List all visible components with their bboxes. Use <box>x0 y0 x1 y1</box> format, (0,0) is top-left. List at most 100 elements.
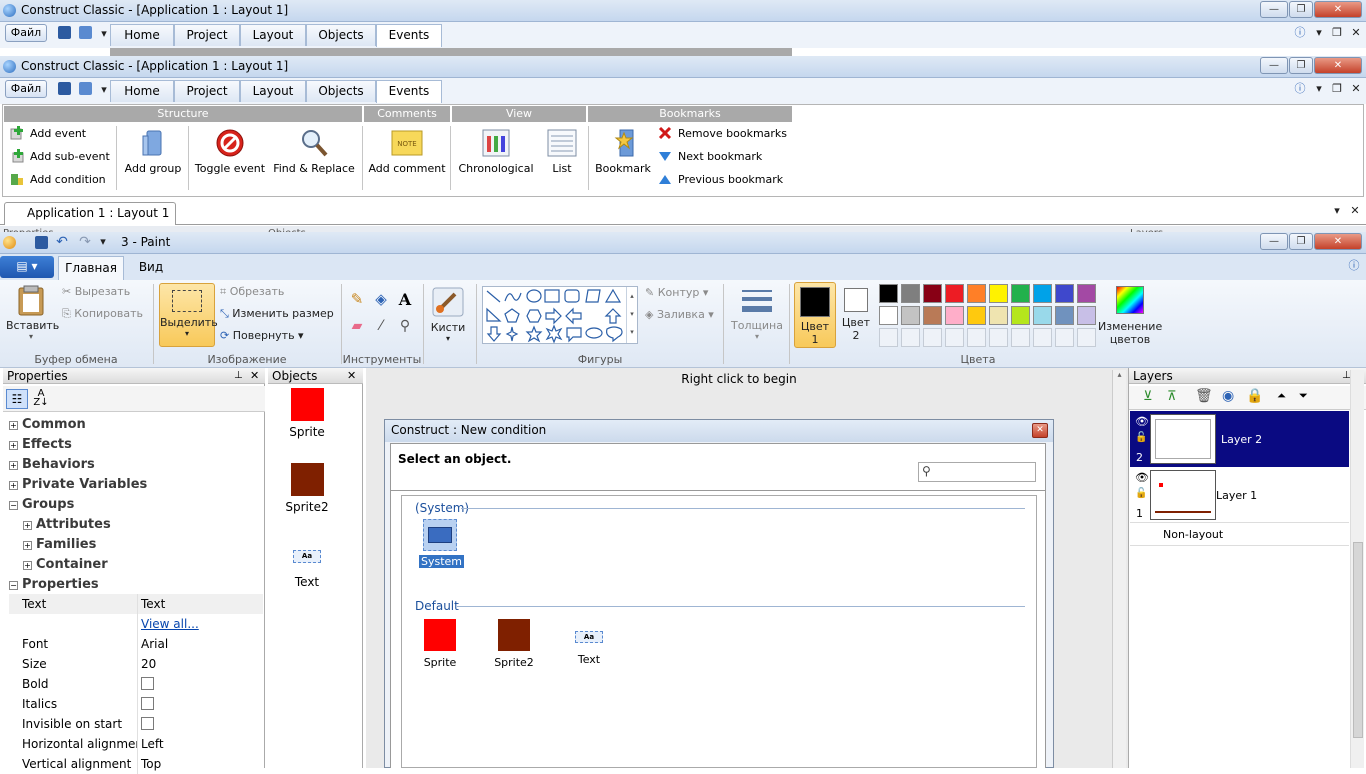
tab-layout[interactable]: Layout <box>240 24 306 46</box>
close-panel-icon[interactable]: ✕ <box>250 368 259 384</box>
invisible-checkbox[interactable] <box>141 717 154 730</box>
tab-home[interactable]: Home <box>110 80 174 102</box>
color-swatch[interactable] <box>879 306 898 325</box>
color-swatch[interactable] <box>1011 306 1030 325</box>
copy-button[interactable]: ⎘ Копировать <box>62 307 143 321</box>
next-bookmark-button[interactable]: Next bookmark <box>658 149 762 163</box>
minimize-button[interactable]: — <box>1260 1 1288 18</box>
empty-color-swatch[interactable] <box>945 328 964 347</box>
tab-layout[interactable]: Layout <box>240 80 306 102</box>
empty-color-swatch[interactable] <box>879 328 898 347</box>
toggle-event-button[interactable]: Toggle event <box>194 128 266 175</box>
redo-icon[interactable]: ↷ <box>78 235 92 249</box>
document-tab[interactable]: Application 1 : Layout 1 <box>4 202 176 225</box>
restore-icon[interactable]: ❐ <box>1330 82 1344 96</box>
fill-button[interactable]: ◈ Заливка ▾ <box>645 308 714 321</box>
category-private-variables[interactable]: + Private Variables <box>9 474 263 494</box>
dialog-object-sprite[interactable]: Sprite <box>415 619 465 669</box>
color-swatch[interactable] <box>945 284 964 303</box>
pencil-icon[interactable]: ✎ <box>346 290 368 312</box>
help-icon[interactable]: ⓘ <box>1347 259 1361 273</box>
empty-color-swatch[interactable] <box>1077 328 1096 347</box>
chronological-button[interactable]: Chronological <box>454 128 538 175</box>
dropdown-arrow-icon[interactable]: ▾ <box>97 27 111 41</box>
expand-icon[interactable]: + <box>9 421 18 430</box>
empty-color-swatch[interactable] <box>1011 328 1030 347</box>
property-row-valign[interactable]: Vertical alignment Top <box>9 754 263 774</box>
add-condition-button[interactable]: Add condition <box>10 172 106 186</box>
empty-color-swatch[interactable] <box>923 328 942 347</box>
restore-icon[interactable]: ❐ <box>1330 26 1344 40</box>
save-icon[interactable] <box>35 236 48 249</box>
shapes-scroll[interactable]: ▴ ▾ ▾ <box>626 287 637 343</box>
help-icon[interactable]: ⓘ <box>1293 26 1307 40</box>
layer-item-layer1[interactable]: 👁 🔓 1 Layer 1 <box>1130 467 1349 523</box>
dialog-close-button[interactable]: ✕ <box>1032 423 1048 438</box>
ribbon-minimize-icon[interactable]: ▾ <box>1312 26 1326 40</box>
close-button[interactable]: ✕ <box>1314 57 1362 74</box>
monitor-icon[interactable] <box>79 26 92 39</box>
color-swatch[interactable] <box>967 284 986 303</box>
magnifier-icon[interactable]: ⚲ <box>394 318 416 340</box>
quick-access-menu-icon[interactable]: ▾ <box>96 235 110 249</box>
color-picker-icon[interactable]: ⁄ <box>370 318 392 340</box>
category-groups[interactable]: − Groups <box>9 494 263 514</box>
pin-icon[interactable]: ⊥ <box>234 368 243 384</box>
brushes-button[interactable]: Кисти ▾ <box>428 286 468 343</box>
property-row-size[interactable]: Size 20 <box>9 654 263 674</box>
categorized-icon[interactable]: ☷ <box>6 389 28 409</box>
color-swatch[interactable] <box>989 284 1008 303</box>
empty-color-swatch[interactable] <box>1033 328 1052 347</box>
eye-icon[interactable]: 👁 <box>1135 471 1149 484</box>
property-row-font[interactable]: Font Arial <box>9 634 263 654</box>
dialog-object-text[interactable]: Aa Text <box>564 631 614 666</box>
unlock-icon[interactable]: 🔓 <box>1135 432 1147 443</box>
maximize-button[interactable]: ❐ <box>1289 57 1313 74</box>
add-comment-button[interactable]: NOTE Add comment <box>366 128 448 175</box>
tab-home-paint[interactable]: Главная <box>58 256 124 280</box>
help-icon[interactable]: ⓘ <box>1293 82 1307 96</box>
sort-az-icon[interactable]: A Z↓ <box>31 389 51 409</box>
minimize-button[interactable]: — <box>1260 233 1288 250</box>
color-swatch[interactable] <box>1077 284 1096 303</box>
tab-objects[interactable]: Objects <box>306 24 376 46</box>
fill-bucket-icon[interactable]: ◈ <box>370 290 392 312</box>
expand-icon[interactable]: + <box>23 521 32 530</box>
thickness-button[interactable]: Толщина ▾ <box>730 286 784 341</box>
tab-view-paint[interactable]: Вид <box>128 256 174 278</box>
delete-layer-icon[interactable]: 🗑 <box>1195 388 1213 404</box>
find-replace-button[interactable]: Find & Replace <box>272 128 356 175</box>
canvas-scrollbar[interactable]: ▴ <box>1112 370 1126 768</box>
close-doc-icon[interactable]: ✕ <box>1349 26 1363 40</box>
color-swatch[interactable] <box>901 284 920 303</box>
color-swatch[interactable] <box>967 306 986 325</box>
crop-button[interactable]: ⌗ Обрезать <box>220 285 284 299</box>
move-layer-down-icon[interactable]: ⏷ <box>1299 389 1308 403</box>
object-sprite2[interactable]: Sprite2 <box>267 463 347 514</box>
rotate-button[interactable]: ⟳ Повернуть ▾ <box>220 329 304 342</box>
category-properties[interactable]: − Properties <box>9 574 263 594</box>
add-group-button[interactable]: Add group <box>122 128 184 175</box>
unlock-icon[interactable]: 🔓 <box>1135 488 1147 499</box>
object-search-input[interactable]: ⚲ <box>918 462 1036 482</box>
visibility-icon[interactable]: ◉ <box>1222 388 1234 404</box>
close-panel-icon[interactable]: ✕ <box>347 368 356 384</box>
property-row-invisible[interactable]: Invisible on start <box>9 714 263 734</box>
eye-icon[interactable]: 👁 <box>1135 415 1149 428</box>
ribbon-minimize-icon[interactable]: ▾ <box>1312 82 1326 96</box>
expand-icon[interactable]: + <box>9 461 18 470</box>
undo-icon[interactable]: ↶ <box>55 235 69 249</box>
tab-project[interactable]: Project <box>174 80 240 102</box>
object-text[interactable]: Aa Text <box>267 550 347 589</box>
category-effects[interactable]: + Effects <box>9 434 263 454</box>
italics-checkbox[interactable] <box>141 697 154 710</box>
expand-icon[interactable]: + <box>23 561 32 570</box>
tab-events[interactable]: Events <box>376 24 442 47</box>
collapse-icon[interactable]: − <box>9 581 18 590</box>
object-sprite[interactable]: Sprite <box>267 388 347 439</box>
color-swatch[interactable] <box>879 284 898 303</box>
color-swatch[interactable] <box>1055 284 1074 303</box>
dropdown-arrow-icon[interactable]: ▾ <box>97 83 111 97</box>
property-row-italics[interactable]: Italics <box>9 694 263 714</box>
empty-color-swatch[interactable] <box>989 328 1008 347</box>
